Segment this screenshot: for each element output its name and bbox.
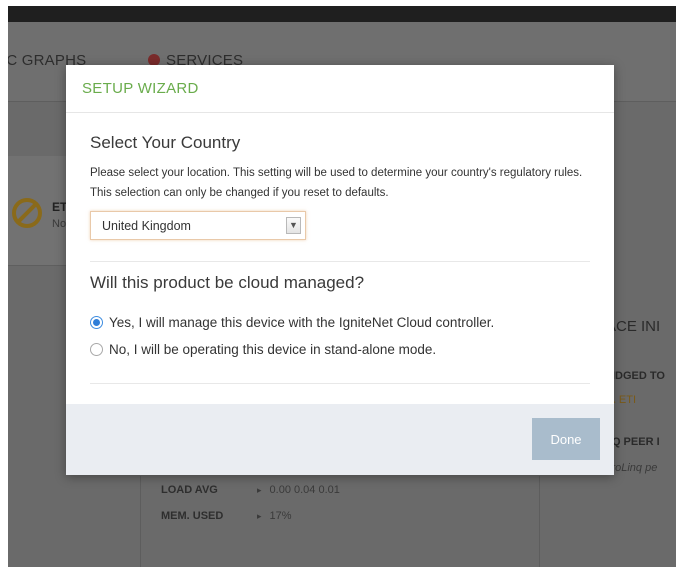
section-divider [90, 261, 590, 262]
interface-info-title: ACE INI [606, 318, 661, 335]
radio-yes[interactable] [90, 316, 103, 329]
load-avg-value: 0.00 0.04 0.01 [257, 484, 340, 496]
cloud-managed-no-label: No, I will be operating this device in s… [109, 342, 437, 357]
mem-used-value: 17% [257, 510, 292, 522]
system-stats-panel: LOAD AVG 0.00 0.04 0.01 MEM. USED 17% [140, 476, 540, 567]
status-card-subtitle: No [52, 218, 67, 230]
section-divider [90, 383, 590, 384]
done-button[interactable]: Done [532, 418, 600, 460]
country-heading: Select Your Country [90, 133, 241, 152]
setup-wizard-modal: SETUP WIZARD Select Your Country Please … [66, 65, 614, 475]
mem-used-label: MEM. USED [161, 510, 224, 522]
country-description: Please select your location. This settin… [90, 167, 583, 199]
mem-used-row: MEM. USED 17% [161, 510, 292, 522]
disabled-icon [12, 198, 42, 228]
cloud-managed-heading: Will this product be cloud managed? [90, 273, 365, 292]
radio-no[interactable] [90, 343, 103, 356]
modal-header: SETUP WIZARD [66, 65, 614, 113]
load-avg-label: LOAD AVG [161, 484, 218, 496]
top-bar [8, 6, 676, 22]
country-select-value: United Kingdom [102, 219, 191, 233]
cloud-managed-yes-option[interactable]: Yes, I will manage this device with the … [90, 315, 494, 330]
load-avg-row: LOAD AVG 0.00 0.04 0.01 [161, 484, 340, 496]
cloud-managed-yes-label: Yes, I will manage this device with the … [109, 315, 495, 330]
cloud-managed-no-option[interactable]: No, I will be operating this device in s… [90, 342, 436, 357]
modal-footer: Done [66, 404, 614, 475]
country-select[interactable]: United Kingdom ▼ [90, 211, 306, 240]
chevron-down-icon[interactable]: ▼ [286, 217, 301, 234]
modal-title: SETUP WIZARD [82, 80, 199, 97]
